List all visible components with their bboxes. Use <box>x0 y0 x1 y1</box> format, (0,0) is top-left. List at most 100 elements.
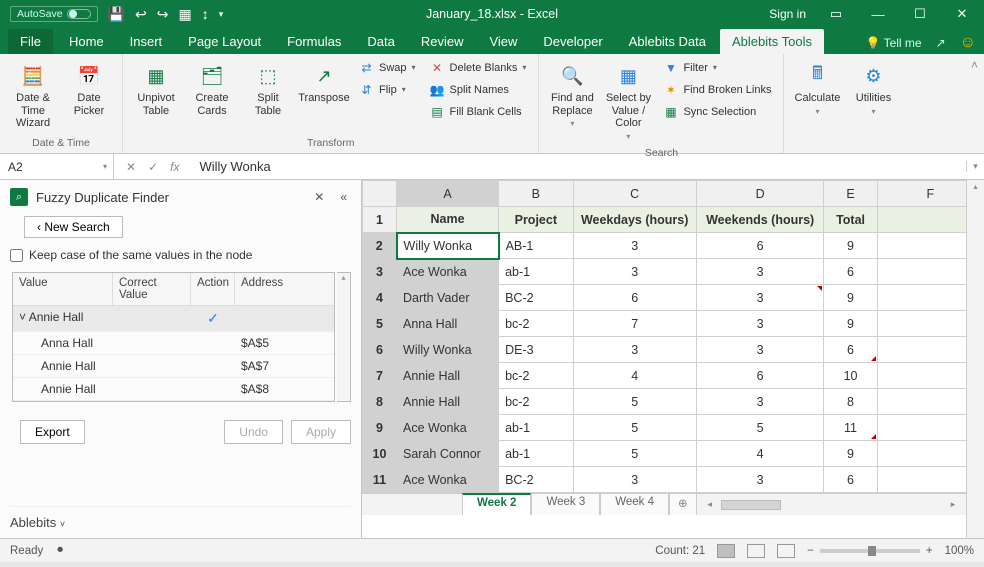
row-header[interactable]: 8 <box>363 389 397 415</box>
horizontal-scrollbar[interactable]: ◂ ▸ <box>697 494 966 515</box>
enter-icon[interactable]: ✓ <box>148 160 158 174</box>
tab-review[interactable]: Review <box>409 29 476 54</box>
row-header[interactable]: 9 <box>363 415 397 441</box>
filter-button[interactable]: ▼Filter <box>659 58 775 77</box>
table-row[interactable]: 2Willy WonkaAB-1369 <box>363 233 984 259</box>
undo-button[interactable]: Undo <box>224 420 283 444</box>
normal-view-button[interactable] <box>717 544 735 558</box>
zoom-in-icon[interactable]: + <box>926 545 933 557</box>
tab-insert[interactable]: Insert <box>118 29 175 54</box>
scrollbar-handle[interactable] <box>721 500 781 510</box>
table-row[interactable]: 7Annie Hallbc-24610 <box>363 363 984 389</box>
fill-blank-cells-button[interactable]: ▤Fill Blank Cells <box>426 102 531 121</box>
grid-row[interactable]: Annie Hall$A$7 <box>13 355 334 378</box>
new-sheet-button[interactable]: ⊕ <box>669 493 697 515</box>
date-time-wizard-button[interactable]: 🧮Date & Time Wizard <box>8 58 58 134</box>
new-search-button[interactable]: ‹ New Search <box>24 216 123 238</box>
export-button[interactable]: Export <box>20 420 85 444</box>
grid-root-row[interactable]: ˅ Annie Hall ✓ <box>13 306 334 332</box>
tab-view[interactable]: View <box>477 29 529 54</box>
save-icon[interactable]: 💾 <box>108 6 125 23</box>
collapse-ribbon-icon[interactable]: ˄ <box>965 54 984 153</box>
scroll-right-icon[interactable]: ▸ <box>946 499 960 510</box>
sign-in-link[interactable]: Sign in <box>769 7 806 21</box>
col-header-d[interactable]: D <box>696 181 824 207</box>
vertical-scrollbar[interactable] <box>966 180 984 538</box>
name-box[interactable]: A2 <box>2 154 114 179</box>
tab-home[interactable]: Home <box>57 29 116 54</box>
table-row[interactable]: 5Anna Hallbc-2739 <box>363 311 984 337</box>
col-address[interactable]: Address <box>235 273 334 305</box>
table-row[interactable]: 11Ace WonkaBC-2336 <box>363 467 984 493</box>
unpivot-table-button[interactable]: ▦Unpivot Table <box>131 58 181 121</box>
transpose-button[interactable]: ↗Transpose <box>299 58 349 109</box>
utilities-button[interactable]: ⚙Utilities▾ <box>848 58 898 120</box>
tell-me[interactable]: 💡 Tell me <box>866 36 922 50</box>
select-by-button[interactable]: ▦Select by Value / Color▾ <box>603 58 653 145</box>
col-header-b[interactable]: B <box>499 181 573 207</box>
row-header[interactable]: 3 <box>363 259 397 285</box>
tab-formulas[interactable]: Formulas <box>275 29 353 54</box>
autosave-toggle[interactable]: AutoSave <box>10 6 98 22</box>
macro-record-icon[interactable]: ⏺ <box>57 544 63 557</box>
table-row[interactable]: 10Sarah Connorab-1549 <box>363 441 984 467</box>
tab-developer[interactable]: Developer <box>531 29 614 54</box>
split-names-button[interactable]: 👥Split Names <box>426 80 531 99</box>
zoom-level[interactable]: 100% <box>945 545 974 557</box>
table-row[interactable]: 8Annie Hallbc-2538 <box>363 389 984 415</box>
row-header[interactable]: 1 <box>363 207 397 233</box>
borders-icon[interactable]: ▦ <box>178 6 191 23</box>
sort-icon[interactable]: ↕ <box>202 6 209 22</box>
page-break-view-button[interactable] <box>777 544 795 558</box>
pane-collapse-icon[interactable]: « <box>336 190 351 204</box>
split-table-button[interactable]: ⬚Split Table <box>243 58 293 121</box>
row-header[interactable]: 2 <box>363 233 397 259</box>
row-header[interactable]: 5 <box>363 311 397 337</box>
row-header[interactable]: 10 <box>363 441 397 467</box>
table-header-row[interactable]: 1 Name Project Weekdays (hours) Weekends… <box>363 207 984 233</box>
zoom-slider[interactable]: − + <box>807 545 932 557</box>
expand-formula-bar-icon[interactable]: ▾ <box>966 161 984 172</box>
qat-more-icon[interactable]: ▾ <box>219 9 224 20</box>
col-header-c[interactable]: C <box>573 181 696 207</box>
apply-button[interactable]: Apply <box>291 420 351 444</box>
scroll-left-icon[interactable]: ◂ <box>703 499 717 510</box>
col-action[interactable]: Action <box>191 273 235 305</box>
zoom-track[interactable] <box>820 549 920 553</box>
table-row[interactable]: 3Ace Wonkaab-1336 <box>363 259 984 285</box>
formula-input[interactable]: Willy Wonka <box>191 159 966 174</box>
find-replace-button[interactable]: 🔍Find and Replace▾ <box>547 58 597 132</box>
tab-file[interactable]: File <box>8 29 53 54</box>
row-header[interactable]: 6 <box>363 337 397 363</box>
col-value[interactable]: Value <box>13 273 113 305</box>
flip-button[interactable]: ⇵Flip <box>355 80 420 99</box>
zoom-out-icon[interactable]: − <box>807 545 814 557</box>
minimize-icon[interactable]: — <box>866 7 890 22</box>
select-all-cell[interactable] <box>363 181 397 207</box>
swap-button[interactable]: ⇄Swap <box>355 58 420 77</box>
tab-ablebits-tools[interactable]: Ablebits Tools <box>720 29 824 54</box>
sheet-tab-week3[interactable]: Week 3 <box>531 493 600 515</box>
grid-row[interactable]: Annie Hall$A$8 <box>13 378 334 401</box>
feedback-icon[interactable]: ☺ <box>960 34 976 52</box>
redo-icon[interactable]: ↪ <box>157 6 169 23</box>
calculate-button[interactable]: 🖩Calculate▾ <box>792 58 842 120</box>
row-header[interactable]: 7 <box>363 363 397 389</box>
sync-selection-button[interactable]: ▦Sync Selection <box>659 102 775 121</box>
keep-case-checkbox[interactable]: Keep case of the same values in the node <box>10 248 351 262</box>
page-layout-view-button[interactable] <box>747 544 765 558</box>
tab-data[interactable]: Data <box>355 29 406 54</box>
delete-blanks-button[interactable]: ✕Delete Blanks <box>426 58 531 77</box>
keep-case-input[interactable] <box>10 249 23 262</box>
grid-scrollbar[interactable]: ▴ <box>337 272 351 402</box>
row-header[interactable]: 11 <box>363 467 397 493</box>
share-icon[interactable]: ↗ <box>936 36 946 50</box>
grid-row[interactable]: Anna Hall$A$5 <box>13 332 334 355</box>
col-correct[interactable]: Correct Value <box>113 273 191 305</box>
maximize-icon[interactable]: ☐ <box>908 6 932 22</box>
col-header-e[interactable]: E <box>824 181 877 207</box>
row-header[interactable]: 4 <box>363 285 397 311</box>
date-picker-button[interactable]: 📅Date Picker <box>64 58 114 121</box>
create-cards-button[interactable]: 🗂Create Cards <box>187 58 237 121</box>
find-broken-links-button[interactable]: ✶Find Broken Links <box>659 80 775 99</box>
